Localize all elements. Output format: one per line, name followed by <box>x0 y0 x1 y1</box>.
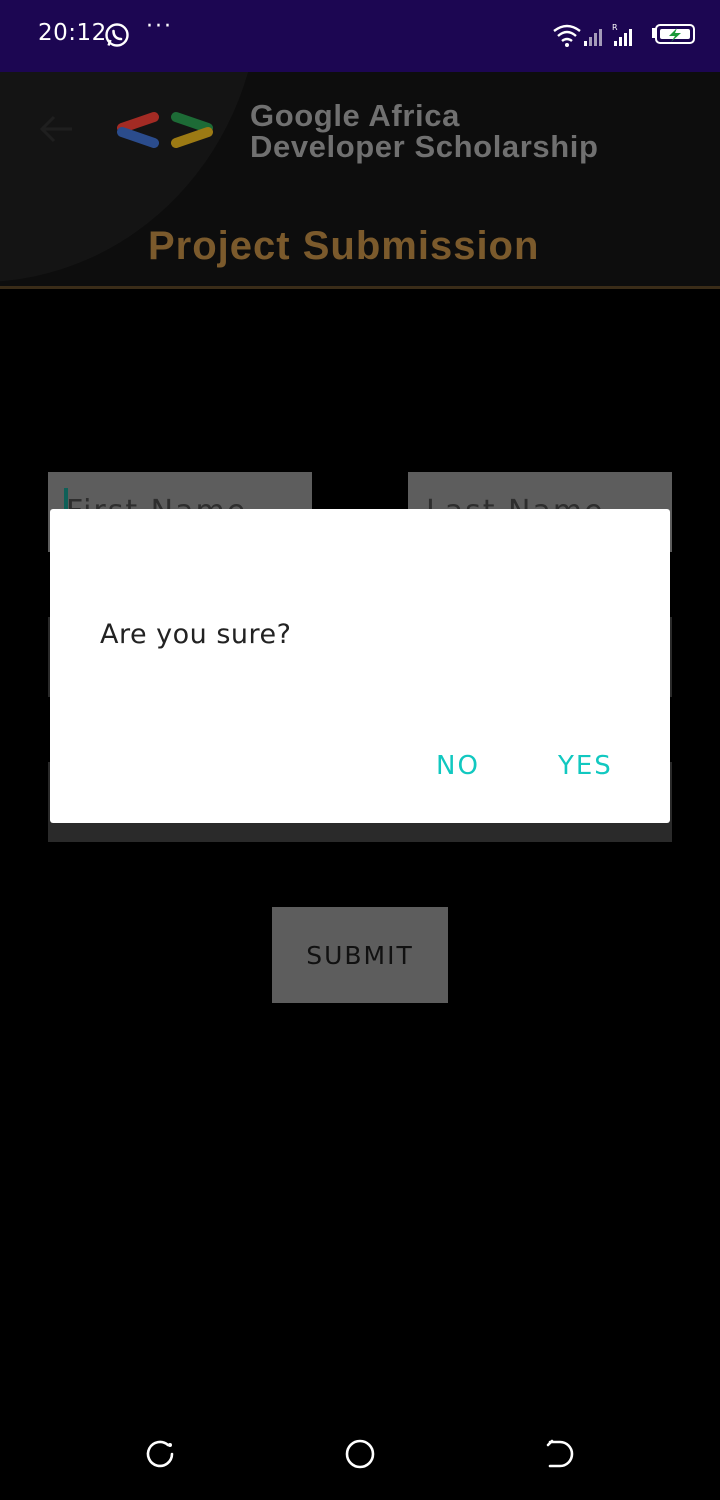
signal-icon <box>584 29 602 46</box>
nav-bar <box>0 1420 720 1500</box>
org-title: Google Africa Developer Scholarship <box>250 100 599 162</box>
header-divider <box>0 286 720 289</box>
wifi-icon <box>553 24 581 47</box>
no-button[interactable]: NO <box>436 751 480 781</box>
recent-apps-icon[interactable] <box>140 1434 180 1474</box>
roaming-signal-icon: R <box>612 23 632 46</box>
svg-text:R: R <box>612 23 618 32</box>
status-bar: 20:12 ··· R <box>0 0 720 72</box>
arrow-left-icon[interactable] <box>38 114 74 144</box>
back-icon[interactable] <box>540 1434 580 1474</box>
submit-button[interactable]: SUBMIT <box>272 907 448 1003</box>
more-dots-icon: ··· <box>146 14 173 39</box>
org-title-line2: Developer Scholarship <box>250 129 599 164</box>
status-time: 20:12 <box>38 20 107 46</box>
battery-charging-icon <box>652 24 695 44</box>
system-status-icons: R <box>553 23 695 47</box>
page-title: Project Submission <box>148 224 540 268</box>
whatsapp-icon <box>105 23 129 47</box>
confirm-dialog: Are you sure? NO YES <box>50 509 670 823</box>
header-banner: Google Africa Developer Scholarship Proj… <box>0 72 720 286</box>
org-title-line1: Google Africa <box>250 98 460 133</box>
dialog-message: Are you sure? <box>100 619 292 650</box>
gads-code-brackets-logo <box>117 112 213 148</box>
yes-button[interactable]: YES <box>558 751 613 781</box>
home-icon[interactable] <box>340 1434 380 1474</box>
